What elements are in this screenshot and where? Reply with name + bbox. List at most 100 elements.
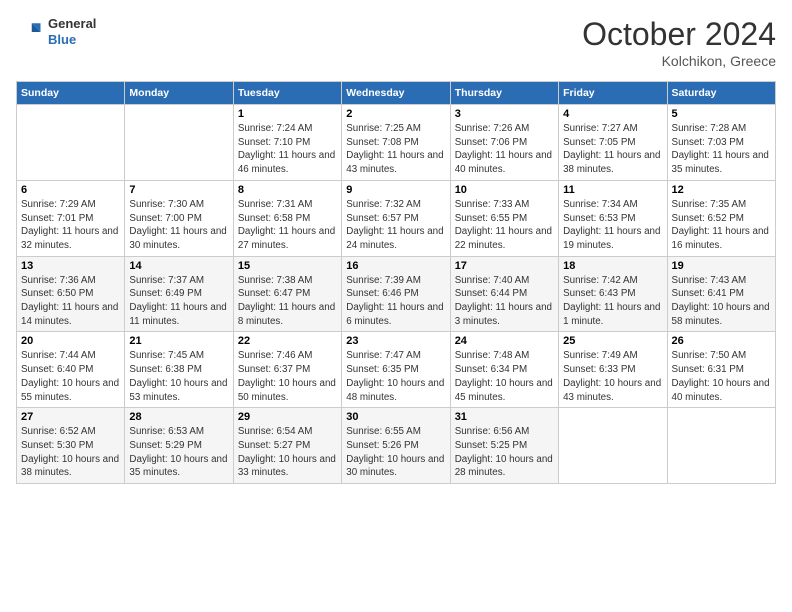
calendar-header-sunday: Sunday [17, 82, 125, 105]
day-number: 26 [672, 335, 771, 347]
calendar-cell: 23 Sunrise: 7:47 AMSunset: 6:35 PMDayligh… [342, 332, 450, 408]
day-info: Sunrise: 7:48 AMSunset: 6:34 PMDaylight:… [455, 349, 554, 404]
day-number: 6 [21, 184, 120, 196]
calendar-cell: 5 Sunrise: 7:28 AMSunset: 7:03 PMDaylight… [667, 105, 775, 181]
calendar-cell: 9 Sunrise: 7:32 AMSunset: 6:57 PMDaylight… [342, 180, 450, 256]
day-number: 30 [346, 411, 445, 423]
calendar-cell: 21 Sunrise: 7:45 AMSunset: 6:38 PMDayligh… [125, 332, 233, 408]
calendar-cell: 2Sunrise: 7:25 AMSunset: 7:08 PMDaylight… [342, 105, 450, 181]
page-header: General Blue October 2024 Kolchikon, Gre… [16, 16, 776, 69]
day-info: Sunrise: 6:54 AMSunset: 5:27 PMDaylight:… [238, 425, 337, 480]
day-info: Sunrise: 7:25 AMSunset: 7:08 PMDaylight:… [346, 122, 445, 177]
calendar-cell: 11 Sunrise: 7:34 AMSunset: 6:53 PMDayligh… [559, 180, 667, 256]
day-info: Sunrise: 7:36 AMSunset: 6:50 PMDaylight:… [21, 274, 120, 329]
calendar-cell: 25 Sunrise: 7:49 AMSunset: 6:33 PMDayligh… [559, 332, 667, 408]
day-info: Sunrise: 7:24 AMSunset: 7:10 PMDaylight:… [238, 122, 337, 177]
day-number: 25 [563, 335, 662, 347]
calendar-cell [125, 105, 233, 181]
logo: General Blue [16, 16, 96, 47]
day-number: 22 [238, 335, 337, 347]
day-info: Sunrise: 7:30 AMSunset: 7:00 PMDaylight:… [129, 198, 228, 253]
calendar-cell [667, 408, 775, 484]
calendar-header-friday: Friday [559, 82, 667, 105]
day-number: 5 [672, 108, 771, 120]
day-info: Sunrise: 7:38 AMSunset: 6:47 PMDaylight:… [238, 274, 337, 329]
day-info: Sunrise: 6:52 AMSunset: 5:30 PMDaylight:… [21, 425, 120, 480]
calendar-cell: 12Sunrise: 7:35 AMSunset: 6:52 PMDayligh… [667, 180, 775, 256]
day-number: 19 [672, 260, 771, 272]
title-block: October 2024 Kolchikon, Greece [582, 16, 776, 69]
day-info: Sunrise: 7:46 AMSunset: 6:37 PMDaylight:… [238, 349, 337, 404]
calendar-week-3: 20 Sunrise: 7:44 AMSunset: 6:40 PMDayligh… [17, 332, 776, 408]
calendar-cell: 20 Sunrise: 7:44 AMSunset: 6:40 PMDayligh… [17, 332, 125, 408]
day-info: Sunrise: 7:40 AMSunset: 6:44 PMDaylight:… [455, 274, 554, 329]
day-number: 23 [346, 335, 445, 347]
day-number: 7 [129, 184, 228, 196]
day-info: Sunrise: 6:55 AMSunset: 5:26 PMDaylight:… [346, 425, 445, 480]
calendar-cell: 6 Sunrise: 7:29 AMSunset: 7:01 PMDaylight… [17, 180, 125, 256]
calendar-week-1: 6 Sunrise: 7:29 AMSunset: 7:01 PMDaylight… [17, 180, 776, 256]
day-info: Sunrise: 6:56 AMSunset: 5:25 PMDaylight:… [455, 425, 554, 480]
day-number: 9 [346, 184, 445, 196]
calendar-week-0: 1Sunrise: 7:24 AMSunset: 7:10 PMDaylight… [17, 105, 776, 181]
month-title: October 2024 [582, 16, 776, 53]
calendar-cell: 24Sunrise: 7:48 AMSunset: 6:34 PMDayligh… [450, 332, 558, 408]
day-info: Sunrise: 7:49 AMSunset: 6:33 PMDaylight:… [563, 349, 662, 404]
calendar-cell: 22 Sunrise: 7:46 AMSunset: 6:37 PMDayligh… [233, 332, 341, 408]
day-number: 8 [238, 184, 337, 196]
calendar-cell: 27Sunrise: 6:52 AMSunset: 5:30 PMDayligh… [17, 408, 125, 484]
calendar-header-saturday: Saturday [667, 82, 775, 105]
day-number: 3 [455, 108, 554, 120]
day-info: Sunrise: 7:28 AMSunset: 7:03 PMDaylight:… [672, 122, 771, 177]
day-info: Sunrise: 7:39 AMSunset: 6:46 PMDaylight:… [346, 274, 445, 329]
logo-blue: Blue [48, 32, 96, 48]
day-info: Sunrise: 7:32 AMSunset: 6:57 PMDaylight:… [346, 198, 445, 253]
day-number: 14 [129, 260, 228, 272]
day-number: 20 [21, 335, 120, 347]
calendar-cell: 15 Sunrise: 7:38 AMSunset: 6:47 PMDayligh… [233, 256, 341, 332]
day-number: 21 [129, 335, 228, 347]
calendar-cell: 10Sunrise: 7:33 AMSunset: 6:55 PMDayligh… [450, 180, 558, 256]
calendar-week-4: 27Sunrise: 6:52 AMSunset: 5:30 PMDayligh… [17, 408, 776, 484]
day-info: Sunrise: 7:29 AMSunset: 7:01 PMDaylight:… [21, 198, 120, 253]
day-number: 31 [455, 411, 554, 423]
calendar-cell: 7 Sunrise: 7:30 AMSunset: 7:00 PMDaylight… [125, 180, 233, 256]
day-number: 17 [455, 260, 554, 272]
logo-text: General Blue [48, 16, 96, 47]
location: Kolchikon, Greece [582, 53, 776, 69]
day-number: 15 [238, 260, 337, 272]
calendar-cell: 19Sunrise: 7:43 AMSunset: 6:41 PMDayligh… [667, 256, 775, 332]
day-info: Sunrise: 7:44 AMSunset: 6:40 PMDaylight:… [21, 349, 120, 404]
calendar-header-tuesday: Tuesday [233, 82, 341, 105]
calendar-cell: 1Sunrise: 7:24 AMSunset: 7:10 PMDaylight… [233, 105, 341, 181]
calendar-cell: 17 Sunrise: 7:40 AMSunset: 6:44 PMDayligh… [450, 256, 558, 332]
day-info: Sunrise: 7:37 AMSunset: 6:49 PMDaylight:… [129, 274, 228, 329]
calendar-cell: 30 Sunrise: 6:55 AMSunset: 5:26 PMDayligh… [342, 408, 450, 484]
day-number: 4 [563, 108, 662, 120]
day-number: 11 [563, 184, 662, 196]
calendar-header-thursday: Thursday [450, 82, 558, 105]
day-info: Sunrise: 7:31 AMSunset: 6:58 PMDaylight:… [238, 198, 337, 253]
calendar-cell: 31 Sunrise: 6:56 AMSunset: 5:25 PMDayligh… [450, 408, 558, 484]
calendar-week-2: 13 Sunrise: 7:36 AMSunset: 6:50 PMDayligh… [17, 256, 776, 332]
calendar-header-monday: Monday [125, 82, 233, 105]
day-number: 16 [346, 260, 445, 272]
calendar-cell: 8 Sunrise: 7:31 AMSunset: 6:58 PMDaylight… [233, 180, 341, 256]
day-number: 29 [238, 411, 337, 423]
day-number: 13 [21, 260, 120, 272]
calendar-cell [17, 105, 125, 181]
day-info: Sunrise: 6:53 AMSunset: 5:29 PMDaylight:… [129, 425, 228, 480]
day-info: Sunrise: 7:47 AMSunset: 6:35 PMDaylight:… [346, 349, 445, 404]
logo-icon [16, 18, 44, 46]
calendar-header-wednesday: Wednesday [342, 82, 450, 105]
day-info: Sunrise: 7:42 AMSunset: 6:43 PMDaylight:… [563, 274, 662, 329]
day-info: Sunrise: 7:27 AMSunset: 7:05 PMDaylight:… [563, 122, 662, 177]
calendar-cell: 3 Sunrise: 7:26 AMSunset: 7:06 PMDaylight… [450, 105, 558, 181]
day-number: 28 [129, 411, 228, 423]
day-number: 10 [455, 184, 554, 196]
day-info: Sunrise: 7:45 AMSunset: 6:38 PMDaylight:… [129, 349, 228, 404]
calendar-cell: 14 Sunrise: 7:37 AMSunset: 6:49 PMDayligh… [125, 256, 233, 332]
day-info: Sunrise: 7:34 AMSunset: 6:53 PMDaylight:… [563, 198, 662, 253]
day-info: Sunrise: 7:26 AMSunset: 7:06 PMDaylight:… [455, 122, 554, 177]
calendar-cell [559, 408, 667, 484]
